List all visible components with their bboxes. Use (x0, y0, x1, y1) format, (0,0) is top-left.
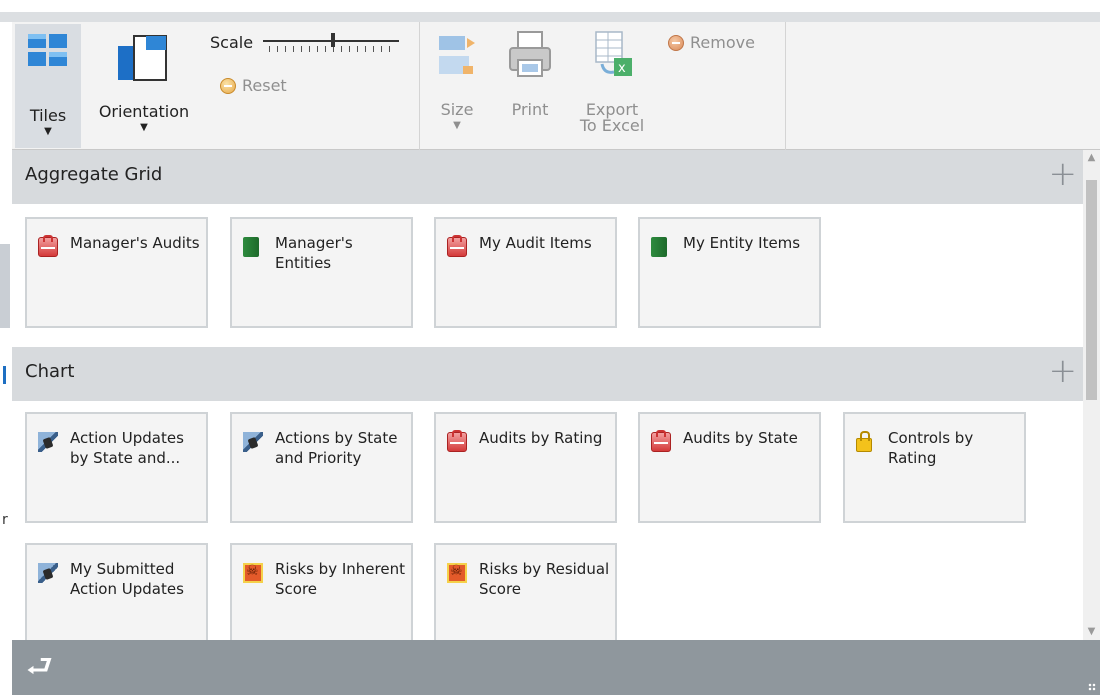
tile-label: Manager's Entities (275, 234, 353, 272)
risk-icon (447, 563, 467, 583)
resize-grip-icon[interactable] (1088, 683, 1096, 691)
action-update-icon (38, 563, 58, 583)
orientation-icon (118, 35, 167, 81)
export-label-line2: To Excel (579, 116, 645, 135)
action-update-icon (38, 432, 58, 452)
section-header-chart: Chart + (12, 347, 1083, 401)
section-header-aggregate-grid: Aggregate Grid + (12, 150, 1083, 204)
tile-actions-by-state-and-priority[interactable]: Actions by State and Priority (230, 412, 413, 523)
tile-audits-by-state[interactable]: Audits by State (638, 412, 821, 523)
tile-label: Audits by State (683, 429, 798, 447)
reset-icon (220, 77, 236, 94)
tile-my-audit-items[interactable]: My Audit Items (434, 217, 617, 328)
tile-label: My Audit Items (479, 234, 592, 252)
reset-button[interactable]: Reset (220, 76, 287, 95)
chevron-down-icon: ▼ (453, 120, 461, 131)
tile-controls-by-rating[interactable]: Controls by Rating (843, 412, 1026, 523)
remove-button[interactable]: Remove (668, 33, 755, 52)
scrollbar-thumb[interactable] (1086, 180, 1097, 400)
size-icon (439, 36, 475, 74)
action-icon (243, 432, 263, 452)
chevron-down-icon: ▼ (140, 122, 148, 133)
slider-thumb[interactable] (331, 33, 336, 47)
tile-label: Audits by Rating (479, 429, 603, 447)
tile-risks-by-residual-score[interactable]: Risks by Residual Score (434, 543, 617, 640)
entity-icon (243, 237, 259, 257)
background-text: r (2, 512, 8, 528)
audit-icon (38, 235, 58, 257)
add-icon[interactable]: + (1049, 354, 1078, 388)
tile-audits-by-rating[interactable]: Audits by Rating (434, 412, 617, 523)
section-title: Aggregate Grid (25, 164, 163, 185)
size-label: Size (440, 100, 474, 119)
print-label: Print (511, 100, 549, 119)
scroll-up-icon[interactable]: ▲ (1083, 150, 1100, 166)
audit-icon (651, 430, 671, 452)
window-top-border (0, 12, 1100, 22)
print-button[interactable]: Print (500, 24, 560, 148)
tile-my-entity-items[interactable]: My Entity Items (638, 217, 821, 328)
scale-control: Scale (210, 32, 400, 52)
ribbon-separator (785, 22, 786, 150)
chevron-down-icon: ▼ (44, 126, 52, 137)
orientation-button[interactable]: Orientation ▼ (88, 24, 200, 148)
tile-managers-entities[interactable]: Manager's Entities (230, 217, 413, 328)
tile-label: My Entity Items (683, 234, 801, 252)
tile-label: Actions by State and Priority (275, 429, 398, 467)
ribbon-toolbar: Tiles ▼ Orientation ▼ Scale Reset Size ▼ (12, 22, 1100, 150)
tiles-icon (28, 34, 67, 66)
tile-label: My Submitted Action Updates (70, 560, 184, 598)
footer-bar: ⮐ (12, 640, 1100, 695)
ribbon-separator (419, 22, 420, 150)
section-title: Chart (25, 361, 75, 382)
remove-label: Remove (690, 33, 755, 52)
entity-icon (651, 237, 667, 257)
tile-risks-by-inherent-score[interactable]: Risks by Inherent Score (230, 543, 413, 640)
svg-text:x: x (618, 61, 626, 76)
export-to-excel-button[interactable]: x Export To Excel (567, 24, 657, 148)
tile-my-submitted-action-updates[interactable]: My Submitted Action Updates (25, 543, 208, 640)
background-left-edge: r (0, 150, 12, 695)
scale-slider[interactable] (263, 32, 400, 52)
tiles-button[interactable]: Tiles ▼ (15, 24, 81, 148)
reset-label: Reset (242, 76, 287, 95)
tile-label: Manager's Audits (70, 234, 200, 252)
tile-action-updates-by-state[interactable]: Action Updates by State and... (25, 412, 208, 523)
size-button[interactable]: Size ▼ (432, 24, 482, 148)
tiles-label: Tiles (29, 106, 67, 125)
background-accent-mark (3, 366, 6, 384)
tile-managers-audits[interactable]: Manager's Audits (25, 217, 208, 328)
control-lock-icon (856, 431, 872, 452)
tile-label: Risks by Residual Score (479, 560, 610, 598)
excel-export-icon: x (595, 31, 632, 76)
printer-icon (509, 31, 551, 77)
tile-label: Action Updates by State and... (70, 429, 184, 467)
scroll-down-icon[interactable]: ▼ (1083, 624, 1100, 640)
add-icon[interactable]: + (1049, 157, 1078, 191)
risk-icon (243, 563, 263, 583)
window-top-strip (0, 0, 1100, 12)
tile-gallery-panel: Aggregate Grid + Manager's Audits Manage… (12, 150, 1083, 640)
tile-label: Risks by Inherent Score (275, 560, 405, 598)
audit-icon (447, 235, 467, 257)
vertical-scrollbar[interactable]: ▲ ▼ (1083, 150, 1100, 640)
orientation-label: Orientation (98, 102, 190, 121)
scale-label: Scale (210, 32, 254, 52)
remove-icon (668, 34, 684, 51)
back-arrow-icon[interactable]: ⮐ (26, 650, 53, 684)
audit-icon (447, 430, 467, 452)
tile-label: Controls by Rating (888, 429, 974, 467)
